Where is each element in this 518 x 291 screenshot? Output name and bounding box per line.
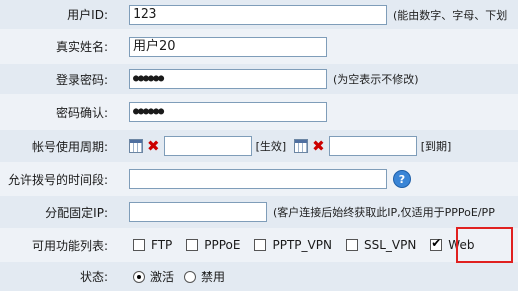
- status-active-label: 激活: [150, 270, 175, 284]
- row-real-name: 真实姓名: 用户20: [0, 31, 518, 62]
- row-status: 状态: 激活 禁用: [0, 262, 518, 291]
- user-id-input[interactable]: 123: [129, 4, 387, 25]
- real-name-input[interactable]: 用户20: [129, 36, 327, 57]
- dial-time-input[interactable]: [129, 169, 387, 189]
- feature-pptp-vpn-checkbox[interactable]: [254, 239, 267, 251]
- feature-pptp-vpn-label: PPTP_VPN: [272, 238, 332, 252]
- clear-icon[interactable]: ✖: [147, 139, 160, 154]
- row-account-period: 帐号使用周期: ✖ [生效] ✖ [到期]: [0, 130, 518, 162]
- dial-time-label: 允许拨号的时间段:: [7, 172, 108, 187]
- row-fixed-ip: 分配固定IP: (客户连接后始终获取此IP,仅适用于PPPoE/PP: [0, 196, 518, 228]
- login-password-hint: (为空表示不修改): [333, 73, 419, 86]
- status-disabled-label: 禁用: [201, 270, 226, 284]
- user-edit-form: 用户ID: 123 (能由数字、字母、下划 真实姓名: 用户20 登录密码: ●…: [0, 0, 518, 291]
- status-disabled-radio[interactable]: [184, 270, 197, 283]
- status-disabled[interactable]: 禁用: [184, 268, 225, 285]
- feature-ftp[interactable]: FTP: [133, 238, 172, 252]
- period-start-input[interactable]: [163, 136, 252, 156]
- period-start-tag: [生效]: [255, 140, 287, 153]
- feature-web-label: Web: [448, 238, 475, 252]
- feature-ftp-label: FTP: [151, 238, 173, 252]
- period-end-tag: [到期]: [420, 140, 452, 153]
- fixed-ip-input[interactable]: [129, 202, 267, 222]
- help-icon[interactable]: ?: [393, 170, 411, 188]
- feature-ssl-vpn-checkbox[interactable]: [345, 239, 358, 251]
- calendar-icon[interactable]: [129, 139, 143, 153]
- fixed-ip-hint: (客户连接后始终获取此IP,仅适用于PPPoE/PP: [273, 206, 495, 219]
- feature-pppoe-label: PPPoE: [204, 238, 241, 252]
- period-end-input[interactable]: [328, 136, 417, 156]
- login-password-label: 登录密码:: [55, 72, 108, 87]
- fixed-ip-label: 分配固定IP:: [45, 205, 108, 220]
- row-dial-time: 允许拨号的时间段: ?: [0, 164, 518, 194]
- feature-ftp-checkbox[interactable]: [133, 239, 145, 251]
- feature-ssl-vpn-label: SSL_VPN: [363, 238, 417, 252]
- feature-pptp-vpn[interactable]: PPTP_VPN: [254, 238, 332, 252]
- feature-web-checkbox[interactable]: [430, 236, 443, 251]
- account-period-label: 帐号使用周期:: [31, 139, 108, 154]
- status-active[interactable]: 激活: [133, 268, 174, 285]
- status-active-radio[interactable]: [133, 270, 145, 283]
- row-confirm-password: 密码确认: ●●●●●●: [0, 96, 518, 128]
- feature-ssl-vpn[interactable]: SSL_VPN: [345, 238, 417, 252]
- status-label: 状态:: [79, 270, 108, 284]
- confirm-password-label: 密码确认:: [55, 105, 108, 120]
- real-name-label: 真实姓名:: [55, 40, 108, 54]
- user-id-hint: (能由数字、字母、下划: [393, 8, 508, 22]
- features-label: 可用功能列表:: [31, 238, 108, 253]
- user-id-label: 用户ID:: [67, 8, 108, 22]
- feature-pppoe[interactable]: PPPoE: [186, 238, 240, 252]
- confirm-password-input[interactable]: ●●●●●●: [129, 102, 327, 122]
- feature-web[interactable]: Web: [430, 236, 475, 252]
- row-login-password: 登录密码: ●●●●●● (为空表示不修改): [0, 64, 518, 94]
- clear-icon[interactable]: ✖: [312, 139, 325, 154]
- login-password-input[interactable]: ●●●●●●: [129, 69, 327, 89]
- calendar-icon[interactable]: [294, 139, 309, 153]
- row-user-id: 用户ID: 123 (能由数字、字母、下划: [0, 0, 518, 29]
- row-features: 可用功能列表: FTP PPPoE PPTP_VPN SSL_VPN Web: [0, 230, 518, 260]
- feature-pppoe-checkbox[interactable]: [186, 239, 199, 251]
